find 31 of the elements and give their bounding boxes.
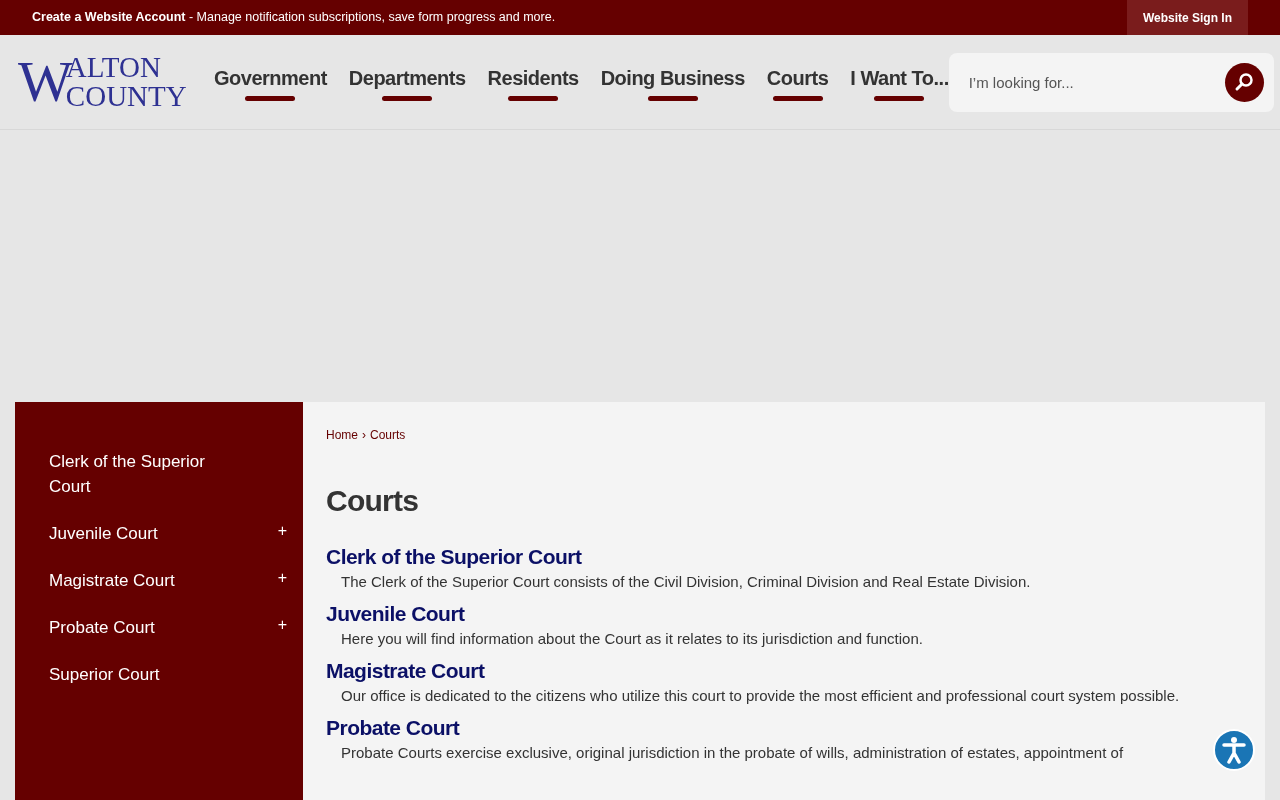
nav-link[interactable]: Departments	[348, 63, 466, 101]
expand-button[interactable]: +	[275, 521, 289, 541]
breadcrumb-link[interactable]: Courts	[370, 426, 406, 444]
nav-link[interactable]: Doing Business	[600, 63, 745, 101]
nav-link[interactable]: I Want To...	[850, 63, 949, 101]
expand-button[interactable]: +	[275, 615, 289, 635]
court-link[interactable]: Magistrate Court	[326, 657, 485, 685]
search-icon	[1234, 72, 1255, 92]
court-description: Our office is dedicated to the citizens who utilize this court to provide the most efficient and professional court system possible.	[340, 686, 1180, 706]
search-field[interactable]: I’m looking for...	[948, 52, 1274, 112]
court-link[interactable]: Probate Court	[326, 714, 460, 742]
sidebar-item[interactable]: Probate Court	[49, 615, 249, 640]
court-description: Probate Courts exercise exclusive, original jurisdiction in the probate of wills, administration of estates, appointment of	[340, 743, 1124, 763]
sign-in-button[interactable]: Website Sign In	[1126, 0, 1248, 35]
nav-link[interactable]: Residents	[487, 63, 579, 101]
court-link[interactable]: Clerk of the Superior Court	[326, 543, 582, 571]
sidebar-item[interactable]: Magistrate Court	[49, 568, 249, 593]
sidebar-item[interactable]: Clerk of the Superior Court	[49, 449, 249, 499]
nav-link[interactable]: Government	[214, 63, 327, 101]
nav-link[interactable]: Courts	[766, 63, 829, 101]
court-description: The Clerk of the Superior Court consists of the Civil Division, Criminal Division and Real Estate Division.	[340, 572, 1031, 592]
sidebar-item[interactable]: Juvenile Court	[49, 521, 249, 546]
court-description: Here you will find information about the Court as it relates to its jurisdiction and function.	[340, 629, 923, 649]
page-title: Courts	[326, 483, 420, 519]
breadcrumb-link[interactable]: Home	[326, 426, 358, 444]
expand-button[interactable]: +	[275, 568, 289, 588]
court-link[interactable]: Juvenile Court	[326, 600, 465, 628]
account-message: Create a Website Account - Manage notification subscriptions, save form progress and more.	[32, 9, 556, 27]
sidebar-item[interactable]: Superior Court	[49, 662, 249, 687]
accessibility-icon	[1219, 735, 1249, 765]
breadcrumb-separator: ›	[362, 427, 366, 444]
